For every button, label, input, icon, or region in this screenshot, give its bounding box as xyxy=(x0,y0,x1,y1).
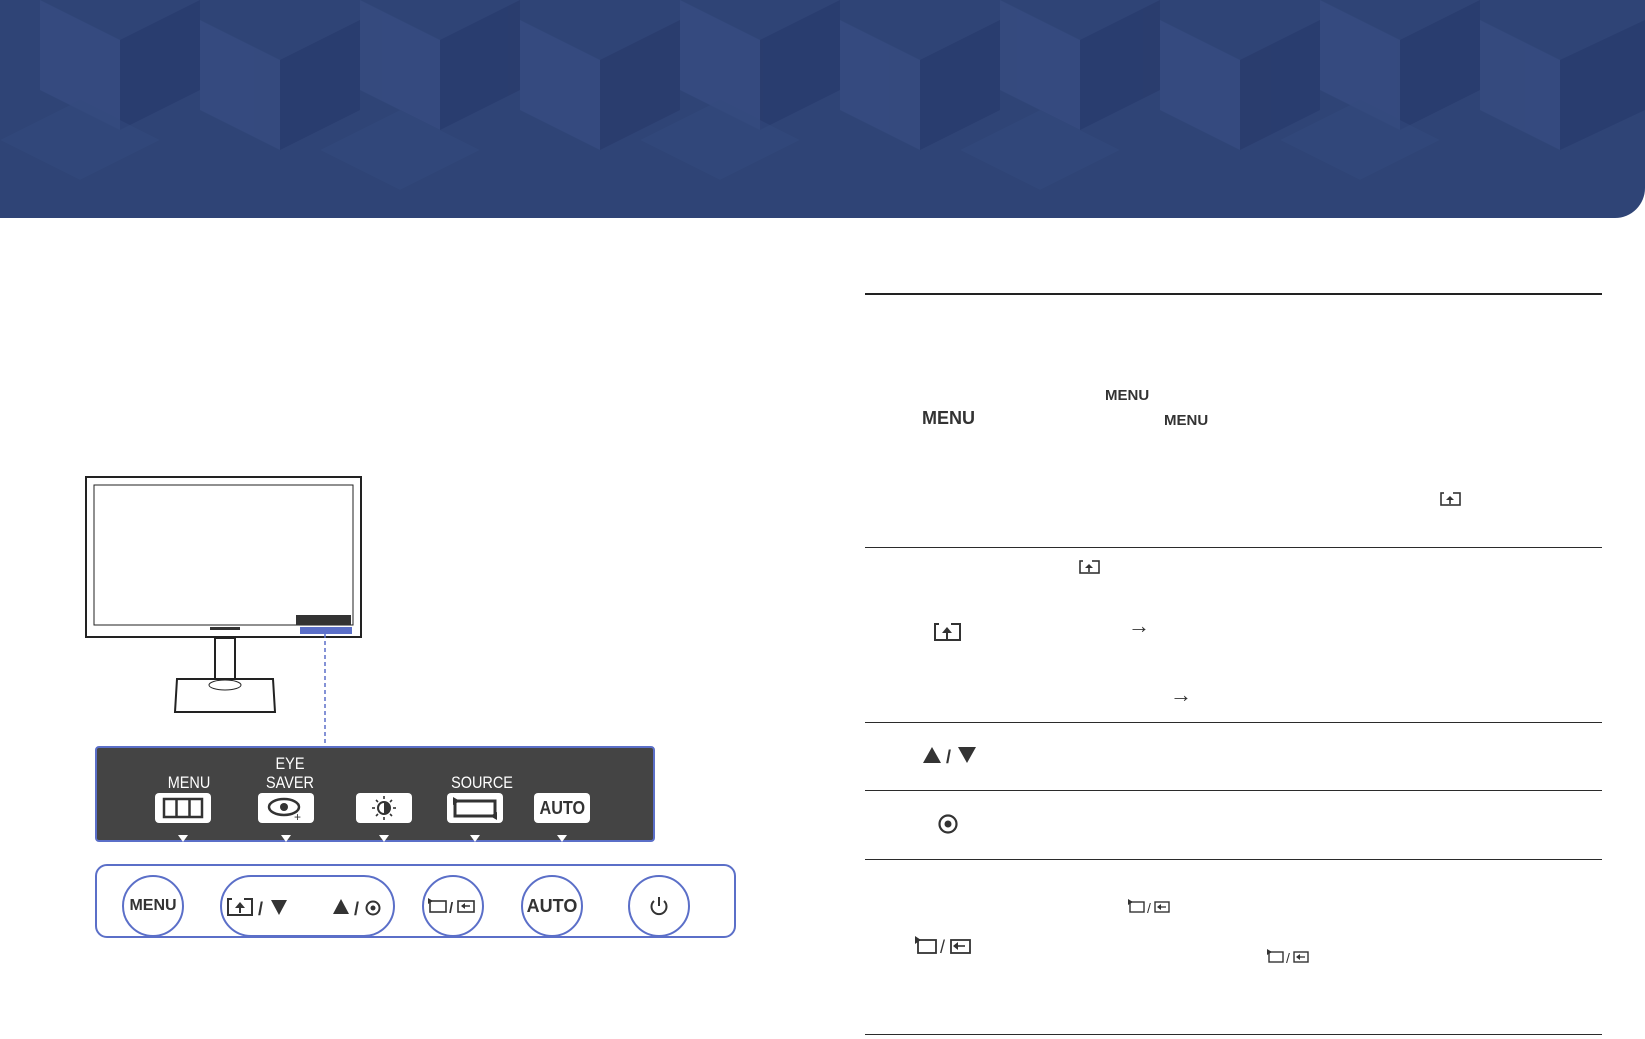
table-row-rule xyxy=(865,547,1602,548)
row-menu-key-label: MENU xyxy=(922,408,975,428)
source-return-button[interactable]: / xyxy=(422,875,484,937)
cube-pattern xyxy=(0,0,1645,190)
return-icon xyxy=(1079,559,1100,574)
down-triangle-icon xyxy=(178,835,188,842)
down-triangle-icon xyxy=(379,835,389,842)
source-input-icon: / xyxy=(1267,949,1309,966)
svg-text:/: / xyxy=(354,899,359,919)
panel-eye-saver-key[interactable]: + xyxy=(258,793,314,824)
table-top-rule xyxy=(865,293,1602,295)
return-down-icon: / xyxy=(227,897,287,919)
svg-text:+: + xyxy=(294,810,301,823)
panel-source-key[interactable] xyxy=(447,793,503,823)
source-icon xyxy=(453,797,497,820)
down-triangle-icon xyxy=(557,835,567,842)
up-down-icon: / xyxy=(923,747,976,766)
down-triangle-icon xyxy=(470,835,480,842)
up-select-icon: / xyxy=(333,899,381,919)
panel-label-menu: MENU xyxy=(167,773,211,792)
panel-label-source: SOURCE xyxy=(451,773,513,792)
row-menu-inline-text: MENU xyxy=(1105,387,1150,404)
menu-grid-icon xyxy=(162,797,204,819)
right-arrow-text: → xyxy=(1170,682,1192,707)
connector-dashed-line xyxy=(324,634,326,746)
down-triangle-icon xyxy=(281,835,291,842)
table-bottom-rule xyxy=(865,1034,1602,1035)
key-guide-panel: MENU EYE SAVER SOURCE + AUTO xyxy=(95,746,655,842)
menu-button[interactable]: MENU xyxy=(122,875,184,937)
right-arrow-text: → xyxy=(1128,613,1150,638)
panel-auto-key[interactable]: AUTO xyxy=(534,793,590,823)
header-banner xyxy=(0,0,1645,218)
table-row-rule xyxy=(865,790,1602,791)
brightness-icon xyxy=(372,796,396,820)
eye-icon: + xyxy=(267,797,301,824)
svg-text:/: / xyxy=(940,937,945,957)
power-icon xyxy=(650,897,668,916)
table-row-rule xyxy=(865,722,1602,723)
svg-text:/: / xyxy=(449,900,454,917)
panel-brightness-key[interactable] xyxy=(356,793,412,823)
return-key-icon xyxy=(934,622,961,641)
panel-menu-key[interactable] xyxy=(155,793,211,823)
panel-auto-label: AUTO xyxy=(539,797,585,818)
svg-text:/: / xyxy=(946,747,951,766)
power-button[interactable] xyxy=(628,875,690,937)
select-icon xyxy=(938,814,958,834)
svg-text:/: / xyxy=(258,899,263,919)
source-input-key-icon: / xyxy=(915,936,971,957)
table-row-rule xyxy=(865,859,1602,860)
panel-label-eye-saver: EYE SAVER xyxy=(266,754,314,792)
source-input-icon: / xyxy=(1128,899,1170,916)
navigation-button-group: / / xyxy=(220,875,395,937)
svg-text:/: / xyxy=(1286,950,1290,966)
return-icon xyxy=(1440,491,1461,506)
row-menu-inline-text: MENU xyxy=(1164,412,1209,429)
auto-button[interactable]: AUTO xyxy=(521,875,583,937)
source-return-icon: / xyxy=(428,898,475,917)
svg-text:/: / xyxy=(1147,900,1151,916)
control-button-bar: MENU / / / AUTO xyxy=(95,864,736,938)
